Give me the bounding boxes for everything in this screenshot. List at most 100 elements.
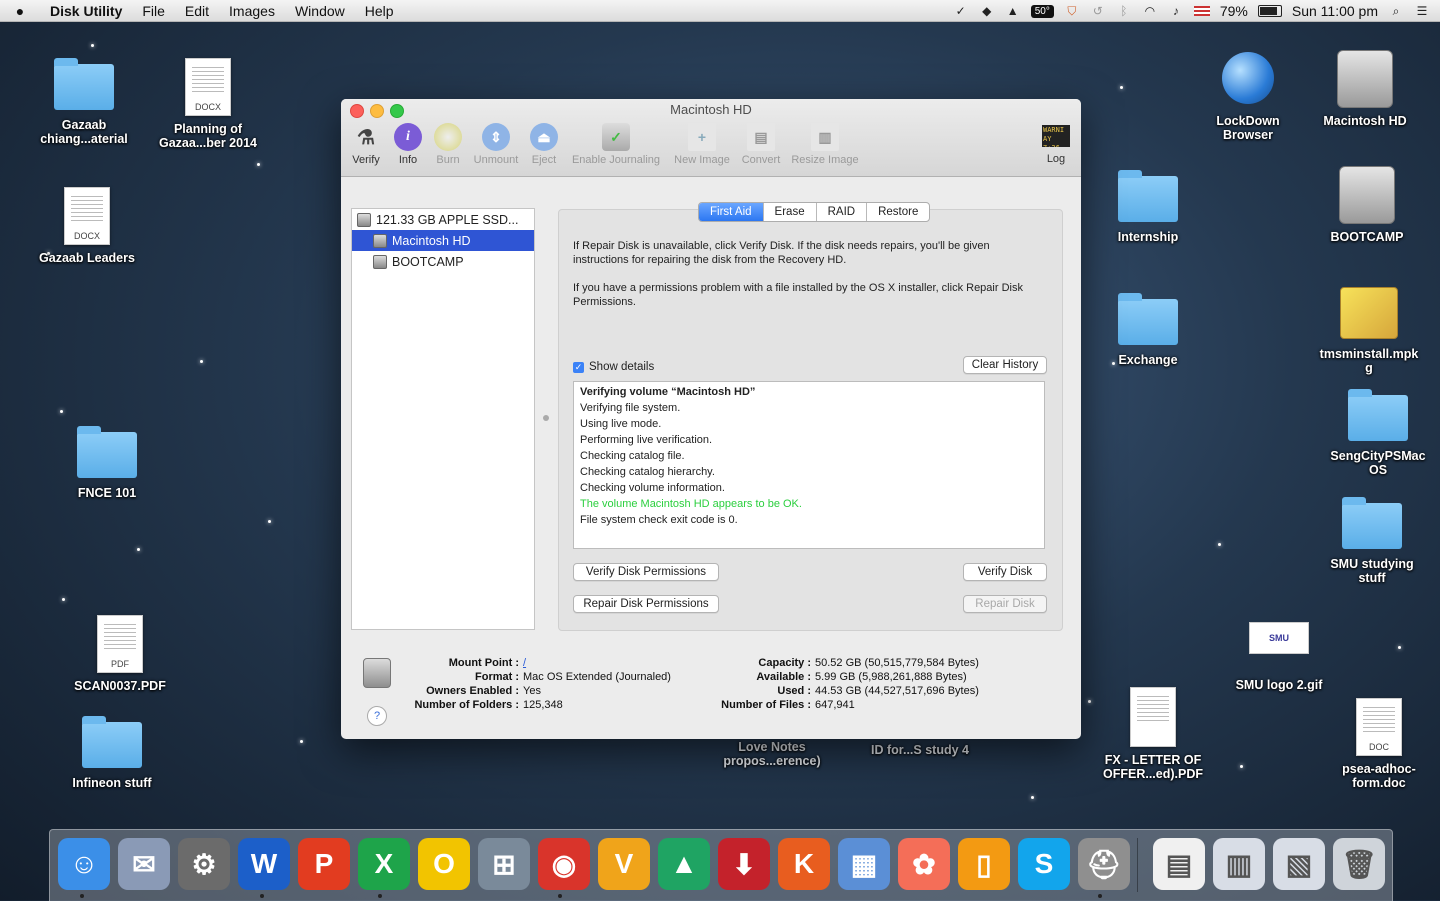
trash-icon[interactable]: 🗑 (1333, 838, 1385, 890)
toolbar-verify-button[interactable]: ⚗ Verify (348, 123, 384, 167)
tab-raid[interactable]: RAID (815, 203, 866, 221)
star (300, 740, 303, 743)
split-view-divider-handle[interactable] (543, 415, 549, 421)
clear-history-button[interactable]: Clear History (963, 356, 1047, 374)
desktop-file-id-for-study[interactable]: ID for...S study 4 (860, 743, 980, 757)
desktop-icon-label: psea-adhoc- form.doc (1342, 762, 1416, 790)
mount-point-link[interactable]: / (523, 657, 526, 669)
google-drive-icon[interactable]: ▲ (658, 838, 710, 890)
battery-icon[interactable] (1257, 5, 1282, 17)
photos-icon[interactable]: ✿ (898, 838, 950, 890)
downloads-stack-icon[interactable]: ▥ (1213, 838, 1265, 890)
powerpoint-icon[interactable]: P (298, 838, 350, 890)
log-icon: WARNI AY 7:36 (1042, 125, 1070, 147)
desktop-folder-exchange[interactable]: Exchange (1088, 293, 1208, 367)
menu-app-name[interactable]: Disk Utility (40, 3, 132, 19)
ibooks-icon[interactable]: ▯ (958, 838, 1010, 890)
repair-disk-permissions-button[interactable]: Repair Disk Permissions (573, 595, 719, 613)
google-drive-status-icon[interactable]: ▲ (1005, 4, 1021, 18)
downloader-icon[interactable]: ⬇ (718, 838, 770, 890)
menu-images[interactable]: Images (219, 3, 285, 19)
star (1088, 700, 1091, 703)
menu-edit[interactable]: Edit (175, 3, 219, 19)
tab-restore[interactable]: Restore (866, 203, 929, 221)
menu-window[interactable]: Window (285, 3, 355, 19)
toolbar-label: Convert (741, 154, 781, 166)
menu-file[interactable]: File (132, 3, 175, 19)
volume-icon[interactable]: ♪ (1168, 4, 1184, 18)
repair-disk-button[interactable]: Repair Disk (963, 595, 1047, 613)
document-stack-icon[interactable]: ▤ (1153, 838, 1205, 890)
desktop-file-fx-letter[interactable]: FX - LETTER OF OFFER...ed).PDF (1093, 687, 1213, 781)
checkmark-status-icon[interactable]: ✓ (953, 4, 969, 18)
keynote-icon[interactable]: K (778, 838, 830, 890)
vlc-like-icon[interactable]: V (598, 838, 650, 890)
desktop-folder-fnce-101[interactable]: FNCE 101 (47, 426, 167, 500)
shield-icon[interactable]: ⛉ (1064, 4, 1080, 18)
bluetooth-icon[interactable]: ᛒ (1116, 4, 1132, 18)
toolbar-log-button[interactable]: WARNI AY 7:36 Log (1038, 123, 1074, 165)
apple-menu-icon[interactable]: ● (0, 3, 40, 19)
us-flag-icon[interactable] (1193, 6, 1210, 16)
toolbar-burn-button[interactable]: Burn (431, 123, 465, 166)
verify-disk-button[interactable]: Verify Disk (963, 563, 1047, 581)
desktop-package-tmsminstall[interactable]: tmsminstall.mpk g (1309, 287, 1429, 375)
outlook-icon[interactable]: O (418, 838, 470, 890)
desktop-file-planning-of-gazaa[interactable]: DOCX Planning of Gazaa...ber 2014 (148, 58, 268, 150)
toolbar-enable-journaling-button[interactable]: ✓ Enable Journaling (567, 123, 665, 166)
desktop-file-scan0037[interactable]: PDF SCAN0037.PDF (60, 615, 180, 693)
spotlight-search-icon[interactable]: ⌕ (1388, 4, 1404, 18)
verify-disk-permissions-button[interactable]: Verify Disk Permissions (573, 563, 719, 581)
remote-desktop-icon[interactable]: ⊞ (478, 838, 530, 890)
desktop-image-smu-logo[interactable]: SMU SMU logo 2.gif (1219, 622, 1339, 692)
desktop-file-gazaab-leaders[interactable]: DOCX Gazaab Leaders (27, 187, 147, 265)
excel-icon[interactable]: X (358, 838, 410, 890)
dropbox-icon[interactable]: ◆ (979, 4, 995, 18)
details-log[interactable]: Verifying volume “Macintosh HD” Verifyin… (573, 381, 1045, 549)
word-icon[interactable]: W (238, 838, 290, 890)
docx-file-icon: DOCX (185, 58, 231, 116)
show-details-checkbox[interactable]: ✓ Show details (573, 361, 654, 373)
desktop-folder-sengcity[interactable]: SengCityPSMac OS (1318, 389, 1438, 477)
folders-count-label: Number of Folders : (414, 699, 519, 711)
disk-list-item-ssd[interactable]: 121.33 GB APPLE SSD... (352, 209, 534, 230)
toolbar-new-image-button[interactable]: + New Image (671, 123, 733, 166)
desktop-app-lockdown-browser[interactable]: LockDown Browser (1188, 52, 1308, 142)
desktop-folder-infineon-stuff[interactable]: Infineon stuff (52, 716, 172, 790)
screenshot-stack-icon[interactable]: ▧ (1273, 838, 1325, 890)
first-aid-help-text: If Repair Disk is unavailable, click Ver… (573, 240, 990, 266)
desktop-folder-smu-studying[interactable]: SMU studying stuff (1312, 497, 1432, 585)
window-title: Macintosh HD (670, 102, 752, 117)
mail-icon[interactable]: ✉ (118, 838, 170, 890)
desktop-folder-gazaab-chiang[interactable]: Gazaab chiang...aterial (24, 58, 144, 146)
time-machine-icon[interactable]: ↺ (1090, 4, 1106, 18)
finder-icon[interactable]: ☺ (58, 838, 110, 890)
skype-icon[interactable]: S (1018, 838, 1070, 890)
disk-list-item-bootcamp[interactable]: BOOTCAMP (352, 251, 534, 272)
menu-help[interactable]: Help (355, 3, 404, 19)
toolbar-unmount-button[interactable]: ⇕ Unmount (469, 123, 523, 166)
clock[interactable]: Sun 11:00 pm (1292, 3, 1378, 19)
notification-center-icon[interactable]: ☰ (1414, 4, 1430, 18)
toolbar-eject-button[interactable]: ⏏ Eject (527, 123, 561, 166)
tab-erase[interactable]: Erase (762, 203, 816, 221)
convert-icon: ▤ (747, 123, 775, 151)
chrome-icon[interactable]: ◉ (538, 838, 590, 890)
desktop-drive-macintosh-hd[interactable]: Macintosh HD (1305, 50, 1425, 128)
help-button[interactable]: ? (367, 706, 387, 726)
disk-list-item-macintosh-hd[interactable]: Macintosh HD (352, 230, 534, 251)
desktop-file-psea-adhoc[interactable]: DOC psea-adhoc- form.doc (1319, 698, 1439, 790)
system-preferences-icon[interactable]: ⚙ (178, 838, 230, 890)
toolbar-info-button[interactable]: i Info (391, 123, 425, 166)
desktop-folder-internship[interactable]: Internship (1088, 170, 1208, 244)
toolbar-convert-button[interactable]: ▤ Convert (738, 123, 784, 166)
temperature-badge[interactable]: 50° (1030, 4, 1054, 18)
desktop-drive-bootcamp[interactable]: BOOTCAMP (1307, 166, 1427, 244)
toolbar-resize-image-button[interactable]: ▥ Resize Image (788, 123, 862, 166)
tab-first-aid[interactable]: First Aid (699, 203, 763, 221)
preview-icon[interactable]: ▦ (838, 838, 890, 890)
disk-utility-icon[interactable]: ⛑ (1078, 838, 1130, 890)
desktop-file-love-notes[interactable]: Love Notes propos...erence) (712, 740, 832, 768)
battery-percent[interactable]: 79% (1220, 3, 1248, 19)
wifi-icon[interactable]: ◠ (1142, 4, 1158, 18)
